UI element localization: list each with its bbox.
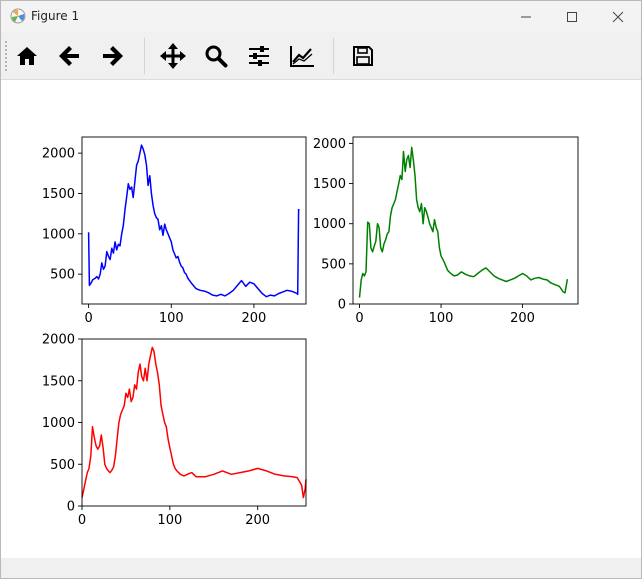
y-tick-label: 2000: [313, 137, 346, 152]
customize-button[interactable]: [287, 41, 317, 71]
y-tick-label: 1000: [313, 217, 346, 232]
forward-button[interactable]: [97, 41, 127, 71]
close-button[interactable]: [595, 1, 641, 32]
figure-window: Figure 1 0 100 200 500 1000 1500 2000 0 …: [0, 0, 642, 579]
x-tick-label: 0: [78, 513, 86, 528]
x-tick-label: 100: [159, 311, 184, 326]
y-tick-label: 1500: [42, 374, 75, 389]
series-line: [358, 146, 569, 298]
arrow-left-icon: [59, 46, 79, 66]
sliders-icon: [249, 46, 269, 66]
subplot-3: 0 100 2000500100015002000: [42, 333, 307, 528]
title-bar[interactable]: Figure 1: [1, 1, 641, 32]
y-tick-label: 0: [67, 500, 75, 515]
line-chart-icon: [290, 46, 314, 67]
y-tick-label: 500: [50, 268, 75, 283]
save-button[interactable]: [348, 41, 378, 71]
matplotlib-app-icon: [10, 8, 26, 24]
toolbar-grip: [5, 41, 7, 71]
toolbar-separator: [144, 38, 145, 74]
toolbar-separator: [333, 38, 334, 74]
move-icon: [160, 43, 186, 69]
window-title: Figure 1: [31, 9, 80, 23]
maximize-icon: [567, 11, 577, 22]
x-tick-label: 200: [242, 311, 267, 326]
home-button[interactable]: [12, 41, 42, 71]
status-bar: [1, 558, 641, 578]
subplot-2: 0 100 2000500100015002000: [313, 136, 579, 326]
pan-button[interactable]: [158, 41, 188, 71]
subplot-1: 0 100 200 500 1000 1500 2000: [42, 136, 307, 326]
arrow-right-icon: [103, 46, 123, 66]
x-tick-label: 200: [245, 513, 270, 528]
y-tick-label: 0: [338, 298, 346, 313]
axes-frame: [81, 338, 307, 507]
minimize-button[interactable]: [503, 1, 549, 32]
x-tick-label: 100: [429, 311, 454, 326]
y-tick-label: 1500: [42, 187, 75, 202]
magnifier-icon: [205, 45, 228, 68]
x-tick-label: 200: [510, 311, 535, 326]
series-line: [87, 144, 300, 298]
x-tick-label: 0: [355, 311, 363, 326]
y-tick-label: 1000: [42, 227, 75, 242]
y-tick-label: 1000: [42, 416, 75, 431]
axes-frame: [81, 136, 307, 305]
back-button[interactable]: [55, 41, 85, 71]
zoom-button[interactable]: [201, 41, 231, 71]
y-tick-label: 500: [321, 257, 346, 272]
floppy-disk-icon: [353, 46, 373, 66]
close-icon: [612, 11, 624, 22]
y-tick-label: 2000: [42, 147, 75, 162]
navigation-toolbar: [1, 32, 641, 80]
plot-area[interactable]: 0 100 2005001000150020000 100 20005001000150…: [1, 80, 641, 558]
x-tick-label: 0: [84, 311, 92, 326]
y-tick-label: 1500: [313, 177, 346, 192]
y-tick-label: 500: [50, 458, 75, 473]
home-icon: [17, 47, 37, 65]
minimize-icon: [521, 16, 531, 17]
series-line: [81, 346, 307, 499]
y-tick-label: 2000: [42, 333, 75, 348]
maximize-button[interactable]: [549, 1, 595, 32]
x-tick-label: 100: [157, 513, 182, 528]
figure-canvas[interactable]: 0 100 200 500 1000 1500 2000 0 100 200 0 500 1000 150…: [1, 80, 641, 558]
subplots-button[interactable]: [244, 41, 274, 71]
